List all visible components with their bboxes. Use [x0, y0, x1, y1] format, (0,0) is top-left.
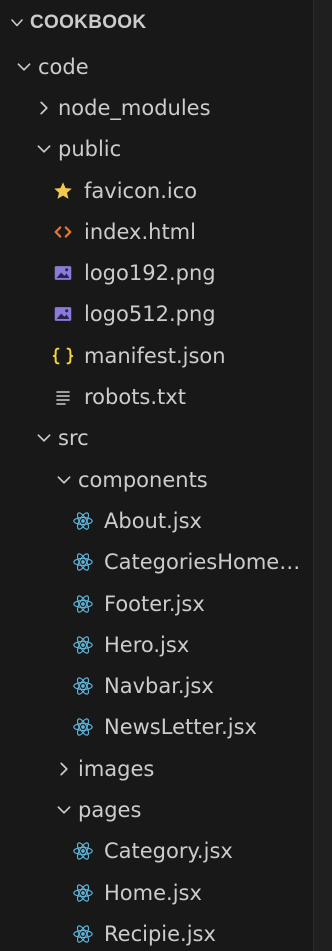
- tree-folder[interactable]: public: [0, 129, 314, 170]
- react-icon: [70, 838, 96, 864]
- explorer-panel: COOKBOOK code node_modulespublic favicon.i…: [0, 0, 332, 951]
- chevron-down-icon[interactable]: [10, 53, 38, 81]
- tree-item-label: favicon.ico: [84, 178, 198, 203]
- chevron-down-icon[interactable]: [30, 135, 58, 163]
- tree-item-label: CategoriesHome.jsx: [104, 550, 306, 575]
- tree-folder[interactable]: pages: [0, 789, 314, 830]
- tree-folder[interactable]: src: [0, 418, 314, 459]
- react-icon: [70, 549, 96, 575]
- html-icon: [50, 219, 76, 245]
- tree-folder[interactable]: images: [0, 748, 314, 789]
- tree-item-label: robots.txt: [84, 385, 186, 410]
- react-icon: [70, 880, 96, 906]
- tree-item-label: public: [58, 137, 122, 162]
- tree-item-label: components: [78, 467, 208, 492]
- react-icon: [70, 632, 96, 658]
- editor-edge: [313, 0, 332, 951]
- react-icon: [70, 508, 96, 534]
- react-icon: [70, 673, 96, 699]
- tree-folder[interactable]: components: [0, 459, 314, 500]
- tree-file[interactable]: NewsLetter.jsx: [0, 707, 314, 748]
- tree-item-label: About.jsx: [104, 508, 202, 533]
- json-icon: [50, 343, 76, 369]
- tree-file[interactable]: logo192.png: [0, 252, 314, 293]
- tree-folder[interactable]: node_modules: [0, 87, 314, 128]
- tree-item-label: pages: [78, 797, 142, 822]
- star-icon: [50, 178, 76, 204]
- explorer-header[interactable]: COOKBOOK: [0, 0, 314, 46]
- tree-file[interactable]: logo512.png: [0, 294, 314, 335]
- chevron-down-icon[interactable]: [4, 10, 30, 36]
- tree-file[interactable]: Footer.jsx: [0, 583, 314, 624]
- tree-item-label: index.html: [84, 219, 196, 244]
- tree-item-label: code: [38, 54, 89, 79]
- tree-file[interactable]: manifest.json: [0, 335, 314, 376]
- tree-file[interactable]: About.jsx: [0, 500, 314, 541]
- tree-item-label: Navbar.jsx: [104, 674, 214, 699]
- image-icon: [50, 301, 76, 327]
- react-icon: [70, 591, 96, 617]
- tree-item-label: src: [58, 426, 89, 451]
- tree-item-label: Hero.jsx: [104, 632, 190, 657]
- tree-file[interactable]: CategoriesHome.jsx: [0, 542, 314, 583]
- tree-item-label: NewsLetter.jsx: [104, 715, 257, 740]
- workspace-title: COOKBOOK: [30, 12, 147, 33]
- chevron-down-icon[interactable]: [50, 466, 78, 494]
- tree-file[interactable]: Home.jsx: [0, 872, 314, 913]
- tree-item-label: manifest.json: [84, 343, 226, 368]
- react-icon: [70, 714, 96, 740]
- tree-folder[interactable]: code: [0, 46, 314, 87]
- tree-item-label: Recipie.jsx: [104, 921, 216, 946]
- tree-item-label: Footer.jsx: [104, 591, 205, 616]
- tree-item-label: Home.jsx: [104, 880, 202, 905]
- tree-file[interactable]: favicon.ico: [0, 170, 314, 211]
- tree-file[interactable]: Navbar.jsx: [0, 665, 314, 706]
- tree-file[interactable]: robots.txt: [0, 376, 314, 417]
- tree-file[interactable]: index.html: [0, 211, 314, 252]
- tree-file[interactable]: Recipie.jsx: [0, 913, 314, 951]
- tree-file[interactable]: Hero.jsx: [0, 624, 314, 665]
- chevron-right-icon[interactable]: [50, 755, 78, 783]
- tree-item-label: logo512.png: [84, 302, 216, 327]
- tree-item-label: Category.jsx: [104, 839, 233, 864]
- tree-file[interactable]: Category.jsx: [0, 831, 314, 872]
- tree-item-label: logo192.png: [84, 261, 216, 286]
- chevron-right-icon[interactable]: [30, 94, 58, 122]
- text-file-icon: [50, 384, 76, 410]
- chevron-down-icon[interactable]: [30, 424, 58, 452]
- file-tree: code node_modulespublic favicon.ico index.h…: [0, 46, 314, 951]
- chevron-down-icon[interactable]: [50, 796, 78, 824]
- image-icon: [50, 260, 76, 286]
- react-icon: [70, 921, 96, 947]
- tree-item-label: node_modules: [58, 95, 211, 120]
- tree-item-label: images: [78, 756, 155, 781]
